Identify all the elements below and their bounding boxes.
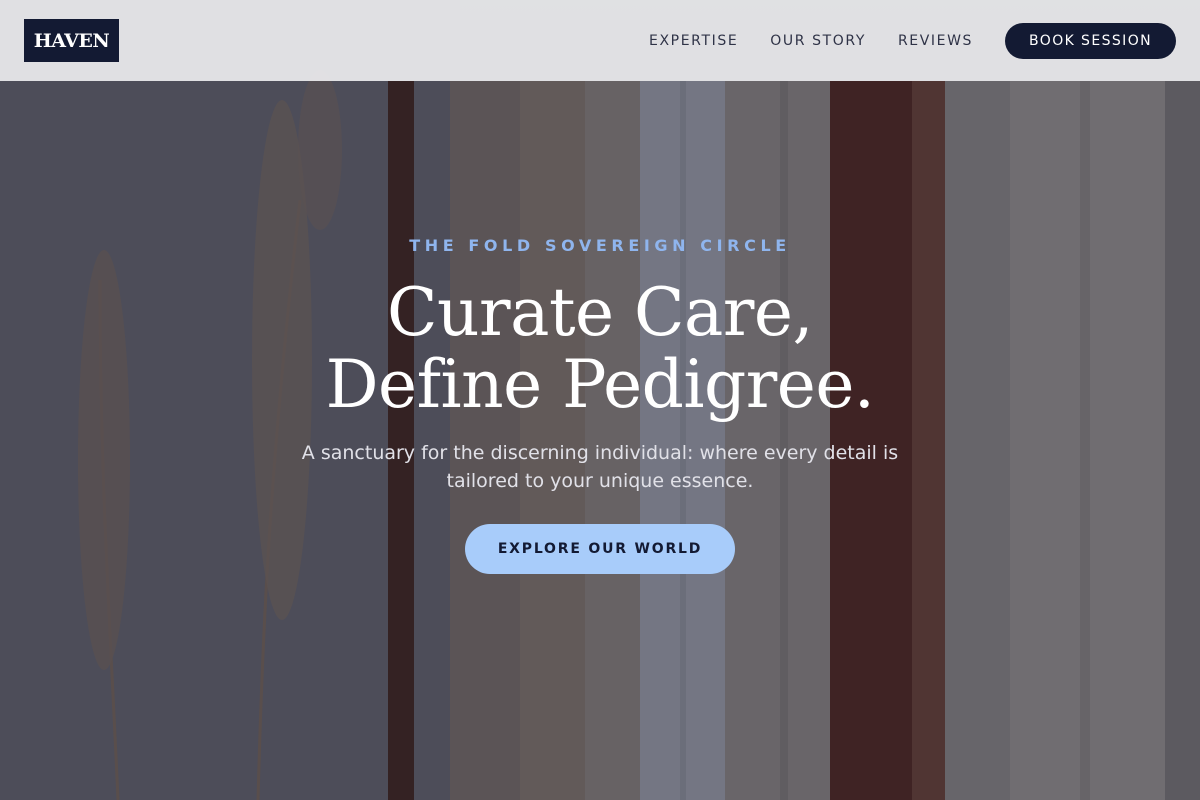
hero-subtext: A sanctuary for the discerning individua… [301,442,899,492]
explore-our-world-button[interactable]: EXPLORE OUR WORLD [465,524,735,574]
nav-link-expertise[interactable]: EXPERTISE [649,33,738,49]
main-nav: EXPERTISE OUR STORY REVIEWS BOOK SESSION [649,22,1176,59]
hero-section: THE FOLD SOVEREIGN CIRCLE Curate Care, D… [0,236,1200,574]
brand-logo[interactable]: HAVEN [24,19,119,62]
hero-headline-line-1: Curate Care, [387,274,813,351]
nav-link-our-story[interactable]: OUR STORY [770,33,866,49]
book-session-button[interactable]: BOOK SESSION [1005,22,1176,59]
site-header: HAVEN EXPERTISE OUR STORY REVIEWS BOOK S… [0,0,1200,81]
hero-headline: Curate Care, Define Pedigree. [0,277,1200,421]
hero-eyebrow: THE FOLD SOVEREIGN CIRCLE [409,236,791,255]
nav-link-reviews[interactable]: REVIEWS [898,33,973,49]
hero-headline-line-2: Define Pedigree. [325,346,875,423]
